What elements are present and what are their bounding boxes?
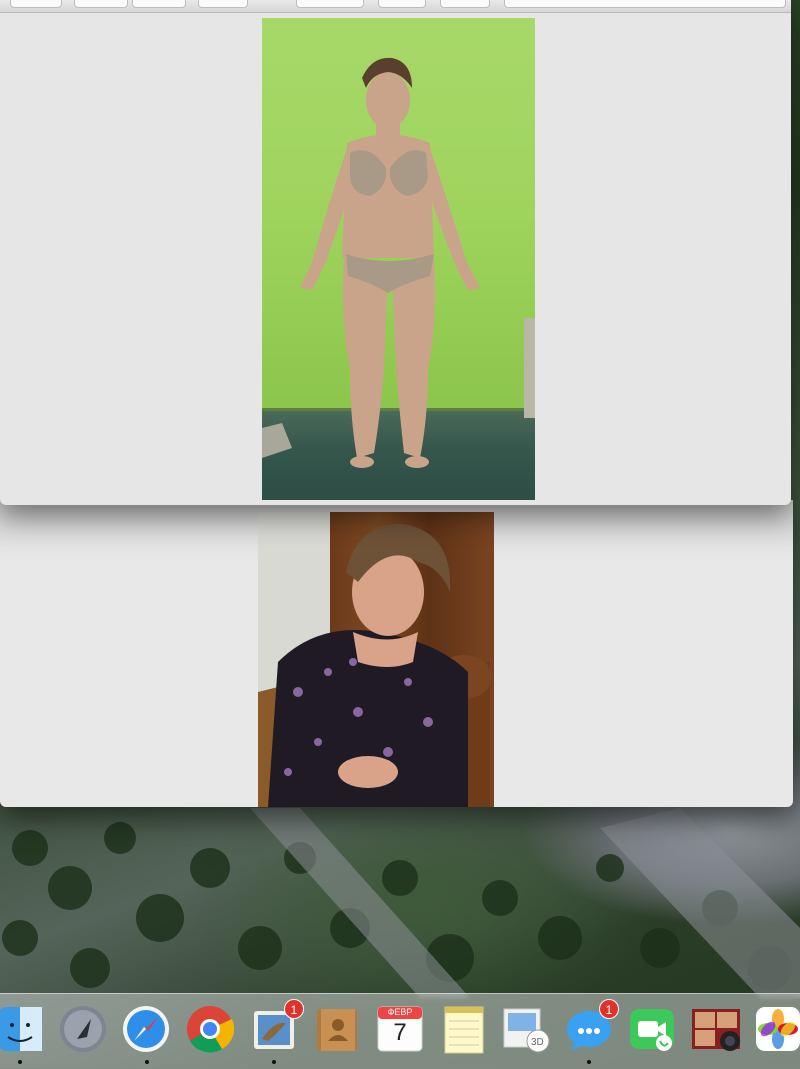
- viewer-toolbar: [0, 0, 791, 13]
- mail-running-indicator: [272, 1060, 276, 1064]
- finder-icon[interactable]: [0, 1003, 46, 1055]
- notes-icon[interactable]: [437, 1003, 489, 1055]
- messages-icon[interactable]: 1: [563, 999, 619, 1055]
- share-button[interactable]: [198, 0, 248, 8]
- seated-woman-figure: [258, 523, 492, 807]
- rotate-button[interactable]: [378, 0, 426, 8]
- search-field[interactable]: [504, 0, 786, 8]
- seated-woman-photo: [258, 512, 494, 807]
- photo-booth-icon[interactable]: [690, 1003, 742, 1055]
- zoom-in-button[interactable]: [132, 0, 186, 8]
- forest-texture: [2, 808, 800, 998]
- standing-woman-figure: [262, 57, 535, 468]
- svg-text:3D: 3D: [531, 1037, 544, 1048]
- sidebar-toggle-button[interactable]: [10, 0, 62, 8]
- calendar-icon[interactable]: ФЕВР 7: [374, 1003, 426, 1055]
- messages-badge: 1: [599, 999, 619, 1019]
- preview-icon[interactable]: 3D: [500, 1003, 552, 1055]
- zoom-out-button[interactable]: [74, 0, 128, 8]
- contacts-icon[interactable]: [311, 1003, 363, 1055]
- safari-icon[interactable]: [120, 1003, 172, 1055]
- finder-running-indicator: [18, 1060, 22, 1064]
- mail-badge: 1: [284, 999, 304, 1019]
- launchpad-icon[interactable]: [57, 1003, 109, 1055]
- facetime-icon[interactable]: [626, 1003, 678, 1055]
- calendar-month: ФЕВР: [387, 1007, 413, 1017]
- chrome-icon[interactable]: [184, 1003, 236, 1055]
- markup-button[interactable]: [296, 0, 364, 8]
- photos-icon[interactable]: [752, 1003, 800, 1055]
- calendar-day: 7: [393, 1019, 407, 1046]
- mail-icon[interactable]: 1: [248, 999, 304, 1055]
- safari-running-indicator: [145, 1060, 149, 1064]
- messages-running-indicator: [587, 1060, 591, 1064]
- standing-woman-photo: [262, 18, 535, 500]
- annotate-button[interactable]: [440, 0, 490, 8]
